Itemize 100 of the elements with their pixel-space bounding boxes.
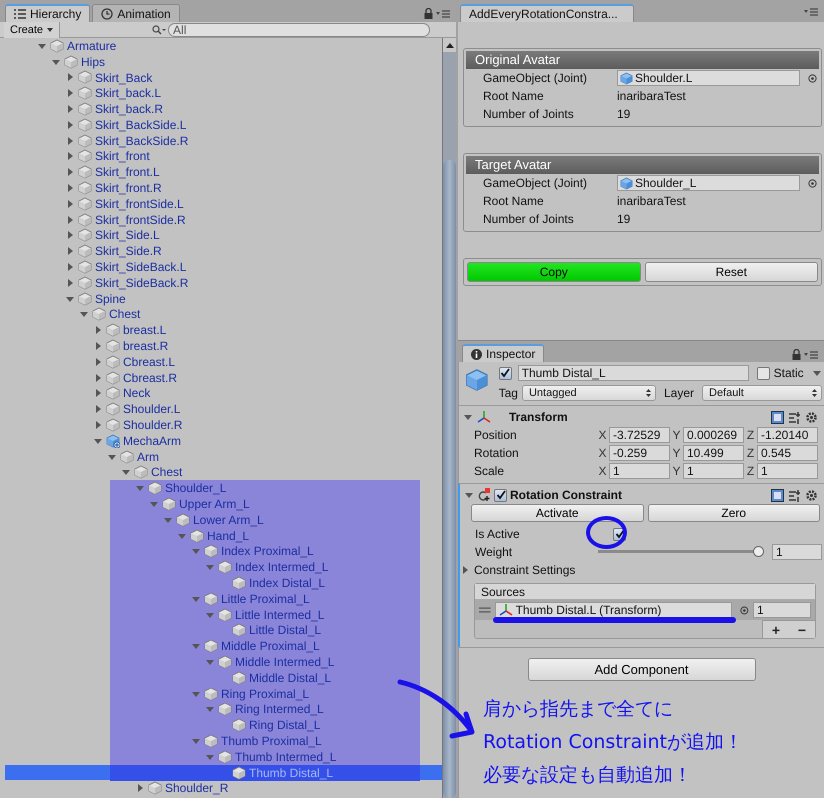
scrollbar-thumb[interactable] bbox=[443, 160, 456, 798]
hierarchy-row[interactable]: Skirt_SideBack.L bbox=[0, 259, 442, 275]
expand-arrow-icon[interactable] bbox=[65, 136, 75, 146]
expand-arrow-icon[interactable] bbox=[93, 356, 103, 367]
hierarchy-row[interactable]: Skirt_Side.R bbox=[0, 243, 442, 260]
expand-arrow-icon[interactable] bbox=[65, 151, 75, 162]
expand-arrow-icon[interactable] bbox=[93, 388, 103, 398]
expand-arrow-icon[interactable] bbox=[65, 167, 75, 178]
number-field[interactable]: 1 bbox=[609, 463, 670, 479]
hierarchy-row[interactable]: Ring Proximal_L bbox=[0, 686, 442, 702]
hierarchy-row[interactable]: Skirt_Back bbox=[0, 70, 442, 86]
hierarchy-row[interactable]: Skirt_back.R bbox=[0, 101, 442, 117]
expand-arrow-icon[interactable] bbox=[65, 246, 75, 256]
hierarchy-row[interactable]: Skirt_front.L bbox=[0, 164, 442, 180]
object-field[interactable]: Shoulder.L bbox=[617, 70, 800, 86]
hierarchy-row[interactable]: Skirt_frontSide.R bbox=[0, 212, 442, 228]
hierarchy-row[interactable]: Index Proximal_L bbox=[0, 544, 442, 560]
expand-arrow-icon[interactable] bbox=[205, 704, 215, 714]
settings-icon[interactable] bbox=[805, 488, 818, 502]
help-book-icon[interactable] bbox=[771, 488, 784, 502]
hierarchy-row[interactable]: Skirt_BackSide.R bbox=[0, 132, 442, 149]
presets-icon[interactable] bbox=[788, 488, 801, 502]
expand-arrow-icon[interactable] bbox=[65, 72, 75, 82]
add-component-button[interactable]: Add Component bbox=[528, 658, 756, 681]
hierarchy-row[interactable]: Armature bbox=[0, 38, 442, 54]
hierarchy-row[interactable]: Skirt_front.R bbox=[0, 180, 442, 196]
hierarchy-row[interactable]: Skirt_back.L bbox=[0, 85, 442, 102]
drag-handle-icon[interactable] bbox=[479, 607, 491, 613]
expand-arrow-icon[interactable] bbox=[93, 372, 103, 383]
number-field[interactable]: -0.259 bbox=[609, 445, 670, 461]
hierarchy-row[interactable]: Skirt_BackSide.L bbox=[0, 116, 442, 133]
target-picker-icon[interactable] bbox=[808, 178, 817, 188]
expand-arrow-icon[interactable] bbox=[93, 420, 103, 430]
hierarchy-row[interactable]: Hand_L bbox=[0, 528, 442, 544]
settings-icon[interactable] bbox=[805, 410, 818, 424]
expand-arrow-icon[interactable] bbox=[205, 562, 215, 572]
expand-arrow-icon[interactable] bbox=[65, 104, 75, 114]
target-picker-icon[interactable] bbox=[740, 606, 749, 614]
hierarchy-row[interactable]: Skirt_frontSide.L bbox=[0, 196, 442, 212]
hierarchy-row[interactable]: Little Intermed_L bbox=[0, 606, 442, 622]
hierarchy-row[interactable]: Shoulder.L bbox=[0, 401, 442, 418]
lock-icon[interactable] bbox=[424, 8, 433, 19]
expand-arrow-icon[interactable] bbox=[464, 490, 474, 500]
add-source-button[interactable]: + bbox=[763, 621, 789, 638]
expand-arrow-icon[interactable] bbox=[65, 88, 75, 98]
expand-arrow-icon[interactable] bbox=[65, 214, 75, 225]
hierarchy-row[interactable]: Middle Distal_L bbox=[0, 670, 442, 686]
hierarchy-row[interactable]: Shoulder_R bbox=[0, 780, 442, 796]
hierarchy-row[interactable]: Little Distal_L bbox=[0, 622, 442, 638]
expand-arrow-icon[interactable] bbox=[93, 404, 103, 414]
number-field[interactable]: 10.499 bbox=[683, 445, 744, 461]
hierarchy-row[interactable]: Chest bbox=[0, 306, 442, 322]
number-field[interactable]: 0.545 bbox=[757, 445, 818, 461]
expand-arrow-icon[interactable] bbox=[93, 341, 103, 352]
hierarchy-row[interactable]: Thumb Intermed_L bbox=[0, 748, 442, 765]
expand-arrow-icon[interactable] bbox=[65, 198, 75, 209]
scrollbar[interactable] bbox=[442, 38, 456, 798]
hierarchy-row[interactable]: Ring Intermed_L bbox=[0, 701, 442, 718]
window-tab[interactable]: AddEveryRotationConstra... bbox=[460, 4, 634, 22]
object-field[interactable]: Thumb Distal.L (Transform) bbox=[494, 602, 732, 618]
hierarchy-row[interactable]: Index Distal_L bbox=[0, 575, 442, 591]
expand-arrow-icon[interactable] bbox=[93, 325, 103, 336]
create-dropdown[interactable]: Create bbox=[4, 22, 60, 38]
expand-arrow-icon[interactable] bbox=[460, 565, 470, 575]
name-field[interactable]: Thumb Distal_L bbox=[518, 365, 749, 381]
hierarchy-row[interactable]: Shoulder.R bbox=[0, 417, 442, 433]
expand-arrow-icon[interactable] bbox=[65, 278, 75, 288]
search-field[interactable]: All bbox=[168, 22, 430, 36]
weight-field[interactable]: 1 bbox=[753, 602, 811, 618]
hierarchy-row[interactable]: Hips bbox=[0, 54, 442, 70]
expand-arrow-icon[interactable] bbox=[65, 183, 75, 194]
number-field[interactable]: 1 bbox=[683, 463, 744, 479]
hierarchy-row[interactable]: Lower Arm_L bbox=[0, 512, 442, 528]
remove-source-button[interactable]: − bbox=[789, 621, 815, 638]
expand-arrow-icon[interactable] bbox=[463, 412, 473, 422]
action-button[interactable]: Activate bbox=[471, 504, 644, 522]
hierarchy-row[interactable]: Chest bbox=[0, 464, 442, 480]
hierarchy-row[interactable]: Thumb Proximal_L bbox=[0, 733, 442, 749]
hierarchy-row[interactable]: Skirt_SideBack.R bbox=[0, 274, 442, 291]
hierarchy-row[interactable]: Index Intermed_L bbox=[0, 559, 442, 576]
hierarchy-row[interactable]: Shoulder_L bbox=[0, 480, 442, 496]
component-checkbox[interactable] bbox=[494, 488, 507, 502]
slider-thumb[interactable] bbox=[753, 546, 764, 557]
presets-icon[interactable] bbox=[788, 410, 801, 424]
panel-tab[interactable]: Animation bbox=[92, 4, 180, 22]
number-field[interactable]: 0.000269 bbox=[683, 427, 744, 443]
expand-arrow-icon[interactable] bbox=[135, 783, 145, 794]
copy-button[interactable]: Copy bbox=[467, 262, 640, 282]
expand-arrow-icon[interactable] bbox=[65, 230, 75, 240]
hierarchy-row[interactable]: Middle Intermed_L bbox=[0, 654, 442, 670]
hierarchy-row[interactable]: Skirt_front bbox=[0, 148, 442, 164]
reset-button[interactable]: Reset bbox=[644, 262, 818, 282]
expand-arrow-icon[interactable] bbox=[65, 262, 75, 272]
panel-tab[interactable]: Hierarchy bbox=[5, 4, 90, 22]
expand-arrow-icon[interactable] bbox=[149, 499, 159, 509]
menu-icon[interactable] bbox=[804, 8, 818, 16]
hierarchy-row[interactable]: Spine bbox=[0, 290, 442, 307]
expand-arrow-icon[interactable] bbox=[135, 483, 145, 494]
object-field[interactable]: Shoulder_L bbox=[617, 175, 800, 191]
expand-arrow-icon[interactable] bbox=[65, 120, 75, 130]
